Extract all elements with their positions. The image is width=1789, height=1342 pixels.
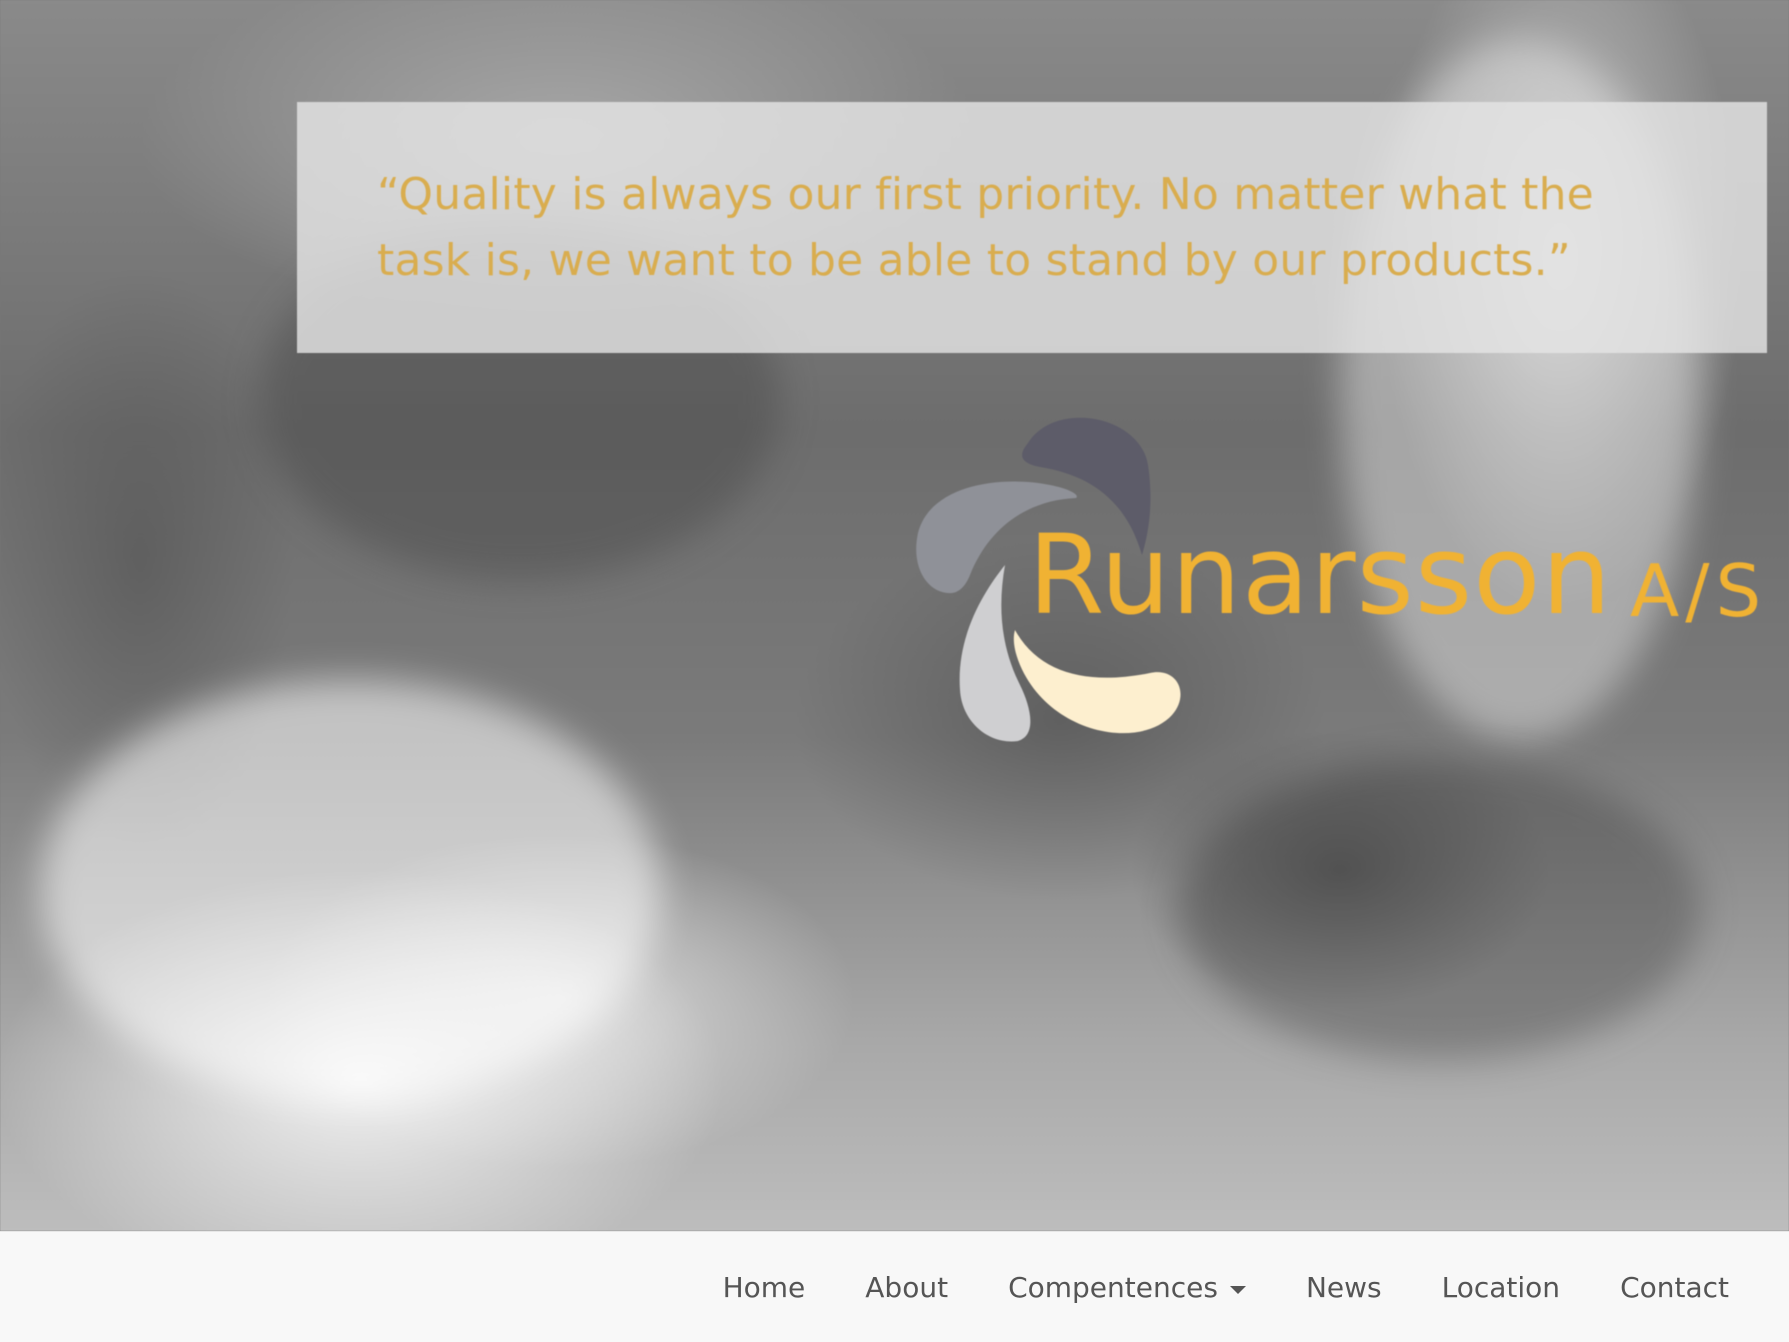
page: “Quality is always our first priority. N… (0, 0, 1789, 1342)
nav-item-label: Contact (1620, 1271, 1729, 1304)
nav-item-news[interactable]: News (1276, 1271, 1412, 1304)
logo-company-suffix: A/S (1630, 549, 1768, 633)
nav-item-label: News (1305, 1271, 1382, 1304)
hero-blur-highlight (40, 680, 660, 1100)
nav-item-compentences-dropdown[interactable]: Compentences (978, 1271, 1276, 1304)
nav-item-about[interactable]: About (835, 1271, 978, 1304)
company-logo[interactable]: Runarsson A/S (890, 405, 1780, 745)
logo-company-name: Runarsson (1028, 511, 1613, 639)
nav-item-label: Compentences (1008, 1271, 1218, 1304)
nav-item-label: About (865, 1271, 949, 1304)
hero-background-image: “Quality is always our first priority. N… (0, 0, 1789, 1231)
nav-item-label: Location (1441, 1271, 1561, 1304)
nav-item-label: Home (722, 1271, 806, 1304)
main-navigation-bar: Home About Compentences News Location Co… (0, 1231, 1789, 1342)
hero-blur-shadow (1180, 760, 1700, 1060)
quote-box: “Quality is always our first priority. N… (297, 102, 1767, 353)
nav-menu: Home About Compentences News Location Co… (693, 1232, 1759, 1342)
hero-quote: “Quality is always our first priority. N… (377, 169, 1594, 286)
logo-petal-cream (1013, 630, 1181, 734)
caret-down-icon (1229, 1285, 1246, 1294)
nav-item-home[interactable]: Home (693, 1271, 836, 1304)
nav-item-location[interactable]: Location (1412, 1271, 1590, 1304)
nav-item-contact[interactable]: Contact (1590, 1271, 1759, 1304)
